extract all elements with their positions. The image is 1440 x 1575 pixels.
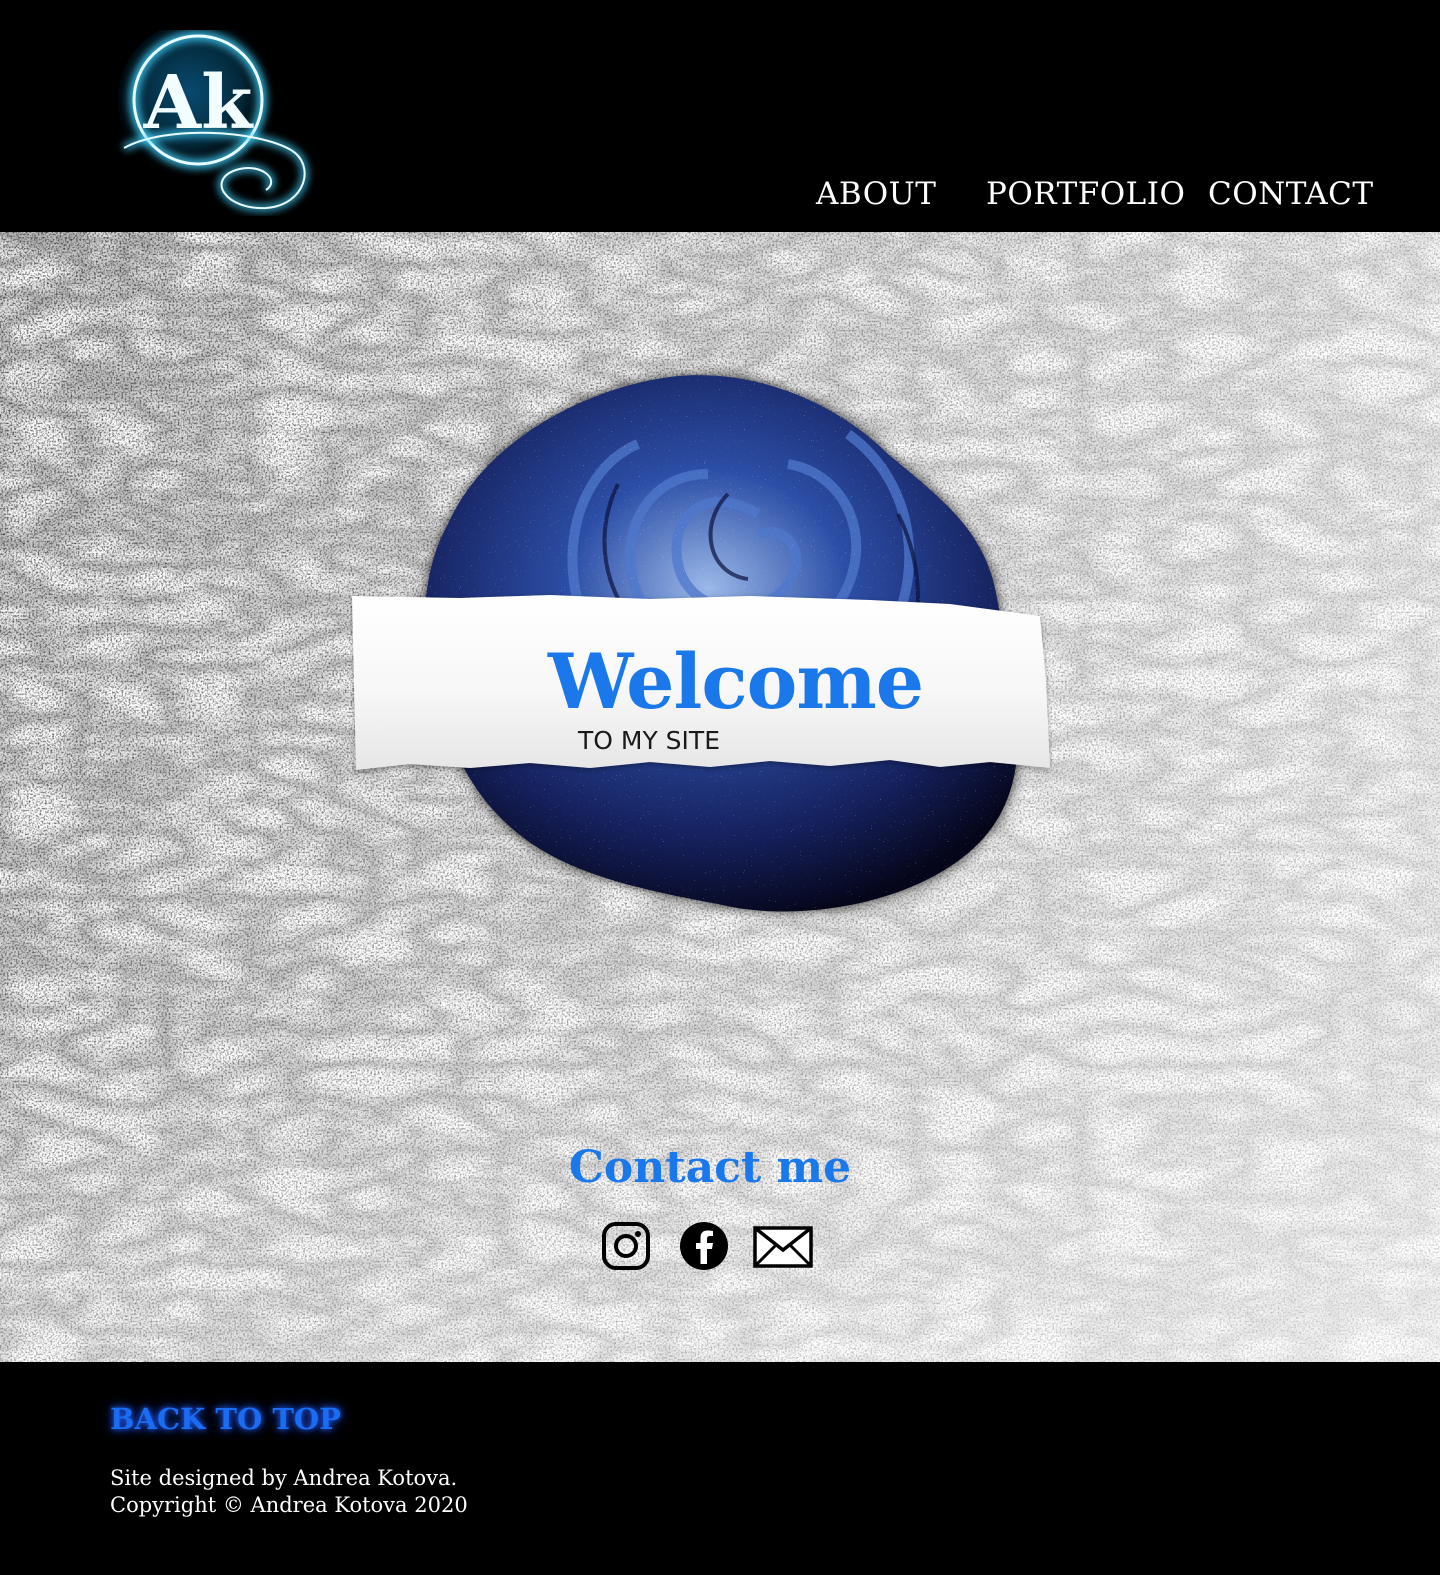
mail-icon[interactable] — [752, 1220, 814, 1272]
back-to-top-link[interactable]: BACK TO TOP — [110, 1402, 341, 1436]
instagram-icon[interactable] — [600, 1220, 652, 1272]
nav-about[interactable]: ABOUT — [816, 176, 936, 212]
copyright-text: Copyright © Andrea Kotova 2020 — [110, 1493, 468, 1517]
designer-credit: Site designed by Andrea Kotova. — [110, 1466, 458, 1490]
facebook-icon[interactable] — [678, 1220, 730, 1272]
site-header: Ak ABOUT PORTFOLIO CONTACT — [0, 0, 1440, 232]
logo-text: Ak — [143, 60, 254, 146]
contact-heading: Contact me — [568, 1142, 852, 1193]
welcome-subtitle: TO MY SITE — [578, 726, 720, 755]
hero-section: Welcome TO MY SITE Contact me — [0, 232, 1440, 1362]
nav-portfolio[interactable]: PORTFOLIO — [986, 176, 1185, 212]
welcome-title: Welcome — [548, 637, 924, 726]
site-footer: BACK TO TOP Site designed by Andrea Koto… — [0, 1362, 1440, 1575]
main-nav: ABOUT PORTFOLIO CONTACT — [0, 176, 1440, 220]
nav-contact[interactable]: CONTACT — [1208, 176, 1374, 212]
